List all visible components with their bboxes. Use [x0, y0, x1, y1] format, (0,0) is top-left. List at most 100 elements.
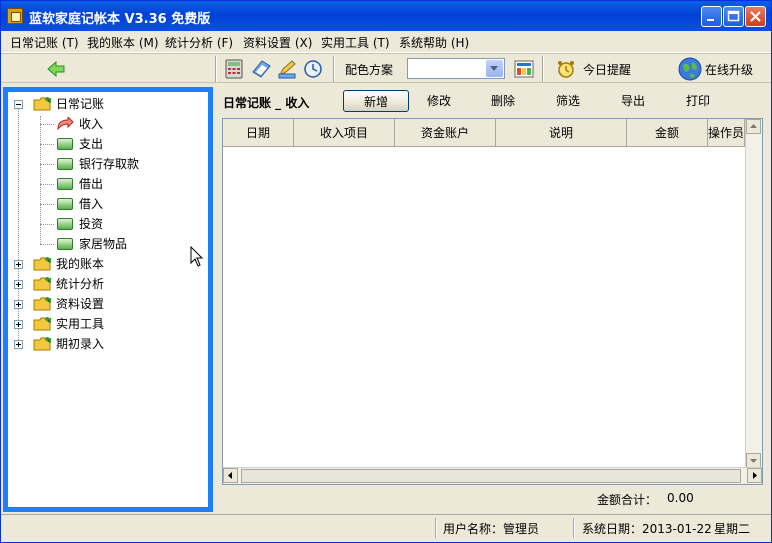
category-icon [57, 138, 73, 150]
main-panel: 日常记账 _ 收入 新增 修改 删除 筛选 导出 打印 日期 收入项目 资金账户… [217, 87, 771, 513]
menu-daily[interactable]: 日常记账 (T) [10, 34, 79, 51]
expand-icon[interactable] [14, 340, 23, 349]
notebook-icon[interactable] [250, 58, 272, 80]
folder-icon [33, 316, 51, 331]
column-header-description[interactable]: 说明 [496, 119, 627, 147]
expand-icon[interactable] [14, 300, 23, 309]
tree-item-borrow[interactable]: 借入 [79, 195, 103, 213]
tree-connector [40, 244, 54, 245]
column-header-operator[interactable]: 操作员 [708, 119, 745, 147]
pen-icon[interactable] [276, 58, 298, 80]
tree-connector [40, 164, 54, 165]
collapse-icon[interactable] [14, 100, 23, 109]
records-table[interactable]: 日期 收入项目 资金账户 说明 金额 操作员 [222, 118, 763, 485]
tree-item-settings[interactable]: 资料设置 [56, 295, 104, 313]
category-icon [57, 198, 73, 210]
category-icon [57, 178, 73, 190]
expand-icon[interactable] [14, 280, 23, 289]
column-header-amount[interactable]: 金额 [627, 119, 708, 147]
amount-total-value: 0.00 [667, 491, 694, 505]
tree-connector [40, 224, 54, 225]
window-title: 蓝软家庭记帐本 V3.36 免费版 [29, 12, 211, 27]
expand-icon[interactable] [14, 260, 23, 269]
menu-help[interactable]: 系统帮助 (H) [399, 34, 469, 51]
app-logo-icon [7, 8, 23, 24]
section-title: 日常记账 _ 收入 [223, 96, 310, 110]
horizontal-scrollbar[interactable] [223, 467, 762, 484]
folder-icon [33, 276, 51, 291]
toolbar-separator [542, 56, 544, 82]
scroll-thumb[interactable] [241, 469, 741, 483]
menu-tools[interactable]: 实用工具 (T) [321, 34, 390, 51]
folder-icon [33, 336, 51, 351]
edit-button[interactable]: 修改 [419, 90, 459, 112]
income-arrow-icon [56, 115, 74, 131]
tree-item-daily[interactable]: 日常记账 [56, 95, 104, 113]
status-date: 系统日期：2013-01-22 [582, 522, 712, 536]
tree-connector [40, 204, 54, 205]
tree-connector [40, 184, 54, 185]
menu-statistics[interactable]: 统计分析 (F) [165, 34, 233, 51]
close-button[interactable] [745, 6, 766, 27]
navigation-tree: 日常记账 收入 支出 银行存取款 借出 借入 投资 家居物品 我的账本 统计分析 [3, 87, 213, 512]
status-bar: 用户名称：管理员 系统日期：2013-01-22 星期二 [1, 514, 771, 542]
title-bar[interactable]: 蓝软家庭记帐本 V3.36 免费版 [1, 1, 771, 31]
tree-item-income[interactable]: 收入 [79, 115, 103, 133]
tree-connector [18, 108, 19, 348]
tree-connector [40, 144, 54, 145]
tree-item-household[interactable]: 家居物品 [79, 235, 127, 253]
column-header-account[interactable]: 资金账户 [395, 119, 496, 147]
export-button[interactable]: 导出 [613, 90, 653, 112]
palette-icon[interactable] [513, 58, 535, 80]
status-separator [435, 518, 437, 538]
status-separator [573, 518, 575, 538]
maximize-button[interactable] [723, 6, 744, 27]
menu-settings[interactable]: 资料设置 (X) [243, 34, 312, 51]
expand-icon[interactable] [14, 320, 23, 329]
category-icon [57, 238, 73, 250]
print-button[interactable]: 打印 [678, 90, 718, 112]
online-upgrade-button[interactable]: 在线升级 [705, 61, 753, 78]
toolbar-separator [215, 56, 217, 82]
scroll-left-icon[interactable] [223, 468, 238, 483]
tree-item-invest[interactable]: 投资 [79, 215, 103, 233]
scroll-down-icon[interactable] [746, 453, 761, 468]
color-scheme-label: 配色方案 [345, 63, 394, 77]
delete-button[interactable]: 删除 [483, 90, 523, 112]
tree-item-opening-balance[interactable]: 期初录入 [56, 335, 104, 353]
calculator-icon[interactable] [223, 58, 245, 80]
folder-icon [33, 256, 51, 271]
tree-item-tools[interactable]: 实用工具 [56, 315, 104, 333]
column-header-income-item[interactable]: 收入项目 [294, 119, 395, 147]
minimize-button[interactable] [701, 6, 722, 27]
color-scheme-select[interactable] [407, 58, 505, 79]
scroll-right-icon[interactable] [747, 468, 762, 483]
category-icon [57, 218, 73, 230]
scroll-up-icon[interactable] [746, 119, 761, 134]
table-header: 日期 收入项目 资金账户 说明 金额 操作员 [223, 119, 745, 147]
today-reminder-button[interactable]: 今日提醒 [583, 61, 631, 78]
clock-icon[interactable] [302, 58, 324, 80]
folder-icon [33, 96, 51, 111]
globe-icon[interactable] [677, 56, 703, 82]
tree-item-statistics[interactable]: 统计分析 [56, 275, 104, 293]
tree-item-expense[interactable]: 支出 [79, 135, 103, 153]
menu-my-books[interactable]: 我的账本 (M) [87, 34, 159, 51]
app-window: 蓝软家庭记帐本 V3.36 免费版 日常记账 (T) 我的账本 (M) 统计分析… [0, 0, 772, 543]
folder-icon [33, 296, 51, 311]
new-button[interactable]: 新增 [343, 90, 409, 112]
column-header-date[interactable]: 日期 [223, 119, 294, 147]
vertical-scrollbar[interactable] [745, 119, 762, 468]
chevron-down-icon[interactable] [486, 60, 503, 77]
tree-item-lend[interactable]: 借出 [79, 175, 103, 193]
menu-bar: 日常记账 (T) 我的账本 (M) 统计分析 (F) 资料设置 (X) 实用工具… [1, 31, 771, 53]
alarm-clock-icon[interactable] [555, 58, 577, 80]
toolbar: 配色方案 今日提醒 在线升级 [1, 53, 771, 83]
status-weekday: 星期二 [714, 522, 751, 536]
back-arrow-icon[interactable] [45, 58, 67, 80]
category-icon [57, 158, 73, 170]
tree-item-bank[interactable]: 银行存取款 [79, 155, 139, 173]
tree-item-my-books[interactable]: 我的账本 [56, 255, 104, 273]
filter-button[interactable]: 筛选 [548, 90, 588, 112]
toolbar-separator [333, 56, 335, 82]
